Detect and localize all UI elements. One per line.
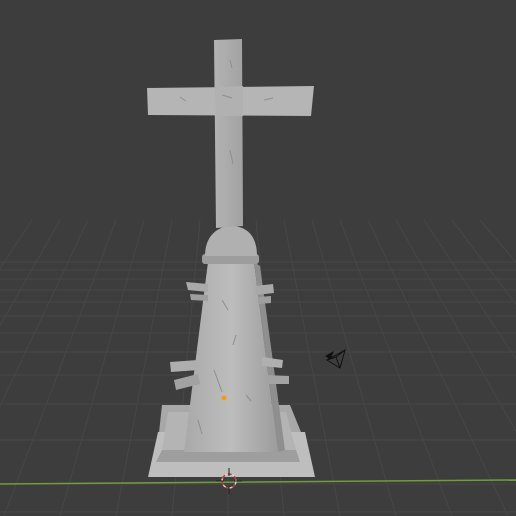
cross-upright-overlap	[215, 86, 243, 116]
slat-right-4	[264, 375, 289, 384]
slat-left-2	[190, 294, 208, 301]
slat-left-3	[170, 360, 199, 372]
pedestal-dome	[205, 226, 257, 256]
cross-upright	[214, 39, 243, 228]
gravestone-mesh[interactable]	[147, 39, 315, 477]
slat-right-2	[258, 296, 271, 304]
x-axis-line	[0, 479, 516, 485]
camera-icon[interactable]	[325, 348, 346, 369]
object-origin-dot	[221, 395, 227, 401]
3d-viewport[interactable]	[0, 0, 516, 516]
viewport-canvas[interactable]	[0, 0, 516, 516]
